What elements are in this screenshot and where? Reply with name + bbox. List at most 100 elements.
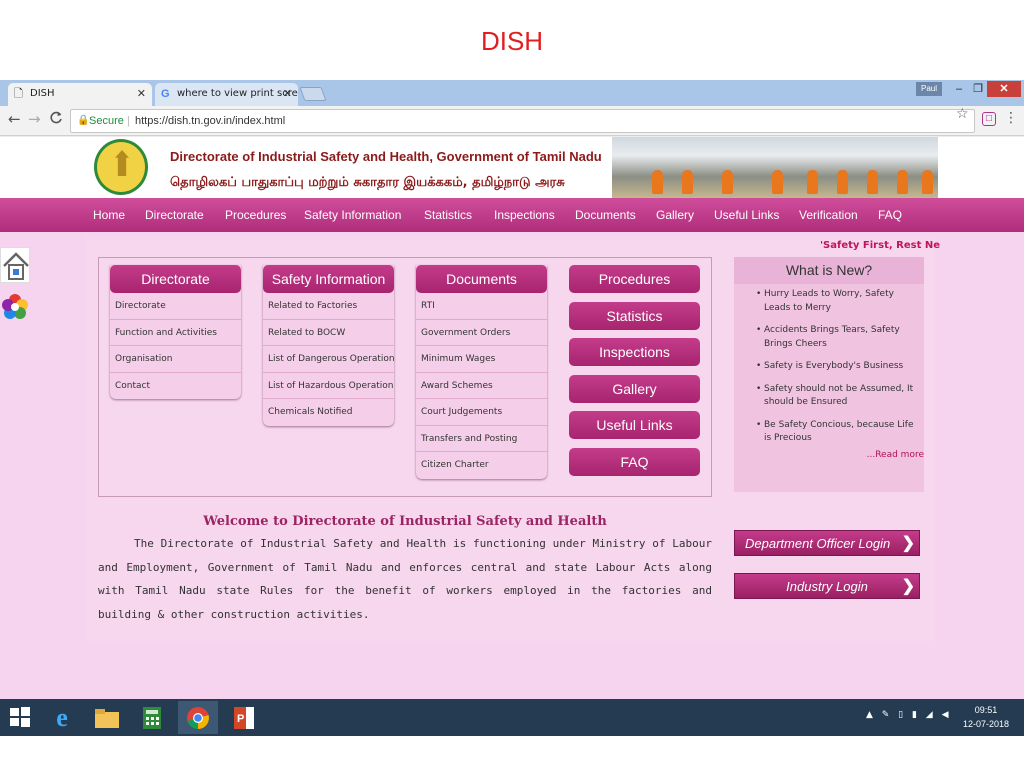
login-label: Department Officer Login: [745, 536, 891, 551]
reload-button[interactable]: [50, 110, 63, 128]
safety-ticker: 'Safety First, Rest Ne: [820, 240, 940, 251]
internet-explorer-icon[interactable]: e: [42, 701, 82, 734]
useful-links-button[interactable]: Useful Links: [569, 411, 700, 439]
news-item[interactable]: • Be Safety Concious, because Life is Pre…: [740, 419, 918, 446]
panel-link[interactable]: RTI: [416, 293, 547, 320]
main-menu: Home Directorate Procedures Safety Infor…: [0, 198, 1024, 232]
statistics-button[interactable]: Statistics: [569, 302, 700, 330]
whats-new-panel: What is New? • Hurry Leads to Worry, Safe…: [734, 257, 924, 492]
menu-item-faq[interactable]: FAQ: [878, 198, 902, 232]
system-tray-icons[interactable]: ▲ ✎ ▯ ▮ ◢ ◀: [866, 710, 952, 720]
powerpoint-icon[interactable]: P: [224, 701, 264, 734]
close-tab-icon[interactable]: ✕: [137, 83, 146, 105]
minimize-button[interactable]: –: [950, 81, 968, 97]
separator: |: [127, 115, 130, 127]
login-label: Industry Login: [786, 579, 868, 594]
document-icon: 🗋: [14, 87, 23, 100]
whats-new-title: What is New?: [734, 257, 924, 284]
panel-link[interactable]: List of Dangerous Operations: [263, 346, 394, 373]
panel-link[interactable]: Related to Factories: [263, 293, 394, 320]
panel-link[interactable]: Function and Activities: [110, 320, 241, 346]
tab-google-search[interactable]: G where to view print scre ✕: [155, 83, 298, 106]
panel-link[interactable]: Transfers and Posting: [416, 426, 547, 452]
security-label: Secure: [89, 115, 124, 127]
news-item[interactable]: • Hurry Leads to Worry, Safety Leads to M…: [740, 288, 918, 315]
documents-panel: Documents RTI Government Orders Minimum …: [416, 265, 547, 479]
menu-item-gallery[interactable]: Gallery: [656, 198, 694, 232]
directorate-panel: Directorate Directorate Function and Act…: [110, 265, 241, 399]
panel-link[interactable]: List of Hazardous Operations: [263, 373, 394, 399]
panel-link[interactable]: Government Orders: [416, 320, 547, 346]
lock-icon: 🔒: [77, 115, 90, 126]
panel-link[interactable]: Citizen Charter: [416, 452, 547, 479]
news-item[interactable]: • Accidents Brings Tears, Safety Brings C…: [740, 324, 918, 351]
chrome-icon[interactable]: [178, 701, 218, 734]
chevron-right-icon: ❯: [901, 535, 915, 552]
back-button[interactable]: ←: [8, 110, 21, 128]
menu-item-documents[interactable]: Documents: [575, 198, 636, 232]
menu-item-inspections[interactable]: Inspections: [494, 198, 555, 232]
tab-label: where to view print scre: [177, 88, 298, 99]
google-icon: G: [161, 88, 170, 100]
address-bar[interactable]: 🔒 Secure | https://dish.tn.gov.in/index.…: [70, 109, 975, 133]
menu-item-safety-information[interactable]: Safety Information: [304, 198, 401, 232]
home-icon[interactable]: [0, 247, 30, 283]
menu-item-home[interactable]: Home: [93, 198, 125, 232]
file-explorer-icon[interactable]: [87, 701, 127, 734]
department-officer-login-button[interactable]: Department Officer Login ❯: [734, 530, 920, 556]
tab-dish[interactable]: 🗋 DISH ✕: [8, 83, 152, 106]
new-tab-button[interactable]: [299, 87, 327, 101]
panel-header[interactable]: Documents: [416, 265, 547, 293]
user-profile-badge[interactable]: Paul: [916, 82, 942, 96]
news-item[interactable]: • Safety is Everybody's Business: [740, 360, 918, 374]
panel-header[interactable]: Safety Information: [263, 265, 394, 293]
bookmark-star-icon[interactable]: ☆: [956, 106, 969, 122]
procedures-button[interactable]: Procedures: [569, 265, 700, 293]
clock-time: 09:51: [974, 705, 998, 715]
url-text[interactable]: https://dish.tn.gov.in/index.html: [135, 110, 285, 132]
maximize-button[interactable]: ❐: [970, 81, 986, 97]
tab-label: DISH: [30, 88, 55, 99]
panel-header[interactable]: Directorate: [110, 265, 241, 293]
close-window-button[interactable]: ✕: [987, 81, 1021, 97]
org-name-english: Directorate of Industrial Safety and Hea…: [170, 149, 602, 164]
panel-link[interactable]: Chemicals Notified: [263, 399, 394, 426]
welcome-heading: Welcome to Directorate of Industrial Saf…: [203, 514, 607, 529]
faq-button[interactable]: FAQ: [569, 448, 700, 476]
gallery-button[interactable]: Gallery: [569, 375, 700, 403]
windows-start-icon[interactable]: [0, 701, 40, 734]
windows-taskbar: e P ▲ ✎ ▯ ▮ ◢ ◀ 09:51 12-07-2018: [0, 699, 1024, 736]
screenshot: 🗋 DISH ✕ G where to view print scre ✕ Pa…: [0, 80, 1024, 736]
menu-item-statistics[interactable]: Statistics: [424, 198, 472, 232]
panel-link[interactable]: Contact: [110, 373, 241, 400]
site-header: Directorate of Industrial Safety and Hea…: [0, 137, 1024, 198]
reload-icon: [50, 111, 62, 124]
menu-item-procedures[interactable]: Procedures: [225, 198, 286, 232]
calculator-icon[interactable]: [132, 701, 172, 734]
slide-title: DISH: [480, 26, 544, 56]
panel-link[interactable]: Minimum Wages: [416, 346, 547, 373]
panel-link[interactable]: Organisation: [110, 346, 241, 373]
svg-text:P: P: [237, 713, 244, 725]
panel-link[interactable]: Related to BOCW: [263, 320, 394, 346]
industry-login-button[interactable]: Industry Login ❯: [734, 573, 920, 599]
inspections-button[interactable]: Inspections: [569, 338, 700, 366]
tamil-nadu-emblem-icon: [94, 139, 148, 195]
welcome-text: The Directorate of Industrial Safety and…: [98, 537, 712, 621]
menu-item-verification[interactable]: Verification: [799, 198, 858, 232]
close-tab-icon[interactable]: ✕: [283, 83, 292, 105]
extension-icon[interactable]: ☐: [982, 112, 996, 126]
panel-link[interactable]: Directorate: [110, 293, 241, 320]
panel-link[interactable]: Award Schemes: [416, 373, 547, 399]
chevron-right-icon: ❯: [901, 578, 915, 595]
workers-banner-image: [612, 137, 938, 198]
panel-link[interactable]: Court Judgements: [416, 399, 547, 426]
menu-item-useful-links[interactable]: Useful Links: [714, 198, 779, 232]
news-item[interactable]: • Safety should not be Assumed, It should…: [740, 383, 918, 410]
colorful-flower-icon[interactable]: [0, 289, 30, 325]
menu-item-directorate[interactable]: Directorate: [145, 198, 204, 232]
forward-button[interactable]: →: [28, 110, 41, 128]
read-more-link[interactable]: ...Read more: [867, 450, 924, 460]
system-clock[interactable]: 09:51 12-07-2018: [958, 703, 1014, 731]
menu-icon[interactable]: ⋮: [1004, 110, 1018, 126]
